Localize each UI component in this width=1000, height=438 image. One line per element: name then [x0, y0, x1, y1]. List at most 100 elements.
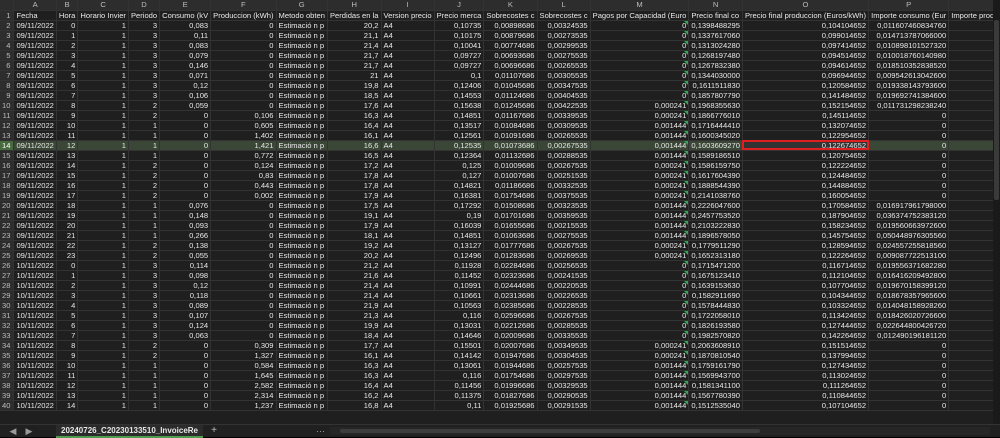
- cell-F40[interactable]: 1,237: [210, 400, 277, 411]
- cell-P8[interactable]: 0,019338143793600: [868, 80, 950, 91]
- cell-Q29[interactable]: 0: [948, 290, 993, 301]
- row-header-25[interactable]: 25: [0, 250, 15, 261]
- cell-H17[interactable]: 17,8: [327, 170, 382, 181]
- cell-A16[interactable]: 09/11/2022: [13, 160, 57, 171]
- cell-M33[interactable]: 0: [590, 330, 690, 341]
- cell-N17[interactable]: 0,1617604390: [688, 170, 743, 181]
- cell-C17[interactable]: 1: [77, 170, 129, 181]
- cell-A14[interactable]: 09/11/2022: [13, 140, 57, 151]
- cell-A35[interactable]: 10/11/2022: [13, 350, 57, 361]
- cell-C27[interactable]: 1: [77, 270, 129, 281]
- row-header-38[interactable]: 38: [0, 380, 15, 391]
- cell-D37[interactable]: 1: [128, 370, 161, 381]
- cell-L40[interactable]: 0,00291535: [537, 400, 591, 411]
- cell-C35[interactable]: 1: [77, 350, 129, 361]
- cell-I6[interactable]: A4: [381, 60, 435, 71]
- cell-C2[interactable]: 1: [77, 20, 129, 31]
- cell-F4[interactable]: 0: [210, 40, 277, 51]
- cell-K31[interactable]: 0,02596686: [483, 310, 538, 321]
- cell-I35[interactable]: A4: [381, 350, 435, 361]
- cell-M16[interactable]: 0,000241: [590, 160, 690, 171]
- cell-P30[interactable]: 0,014048158928260: [868, 300, 950, 311]
- cell-N33[interactable]: 0,1982570820: [688, 330, 743, 341]
- cell-D17[interactable]: 2: [128, 170, 161, 181]
- cell-O5[interactable]: 0,094514652: [742, 50, 870, 61]
- cell-C8[interactable]: 1: [77, 80, 129, 91]
- cell-E34[interactable]: 0: [159, 340, 212, 351]
- cell-J13[interactable]: 0,12561: [434, 130, 485, 141]
- cell-Q19[interactable]: 0,000320109: [948, 190, 993, 201]
- cell-M40[interactable]: 0,001444: [590, 400, 690, 411]
- cell-B35[interactable]: 9: [56, 350, 79, 361]
- cell-Q24[interactable]: 0: [948, 240, 993, 251]
- cell-E16[interactable]: 0: [159, 160, 212, 171]
- cell-B6[interactable]: 4: [56, 60, 79, 71]
- cell-O32[interactable]: 0,127444652: [742, 320, 870, 331]
- cell-P17[interactable]: 0: [868, 170, 950, 181]
- cell-B16[interactable]: 14: [56, 160, 79, 171]
- cell-A2[interactable]: 09/11/2022: [13, 20, 57, 31]
- cell-I2[interactable]: A4: [381, 20, 435, 31]
- cell-G36[interactable]: Estimació n p: [276, 360, 328, 371]
- cell-F19[interactable]: 0,002: [210, 190, 277, 201]
- cell-B18[interactable]: 16: [56, 180, 79, 191]
- cell-N29[interactable]: 0,1582911690: [688, 290, 743, 301]
- cell-L25[interactable]: 0,00269535: [537, 250, 591, 261]
- row-header-34[interactable]: 34: [0, 340, 15, 351]
- cell-I30[interactable]: A4: [381, 300, 435, 311]
- horizontal-scrollbar[interactable]: [330, 427, 990, 435]
- cell-L35[interactable]: 0,00304535: [537, 350, 591, 361]
- cell-O9[interactable]: 0,141484652: [742, 90, 870, 101]
- cell-C15[interactable]: 1: [77, 150, 129, 161]
- cell-M2[interactable]: 0: [590, 20, 690, 31]
- cell-O15[interactable]: 0,120754652: [742, 150, 870, 161]
- cell-Q14[interactable]: 0,174320868: [948, 140, 993, 151]
- header-cell[interactable]: Hora: [56, 10, 79, 21]
- cell-L17[interactable]: 0,00251535: [537, 170, 591, 181]
- cell-G26[interactable]: Estimació n p: [276, 260, 328, 271]
- cell-L5[interactable]: 0,00275535: [537, 50, 591, 61]
- cell-Q4[interactable]: 0: [948, 40, 993, 51]
- cell-C20[interactable]: 1: [77, 200, 129, 211]
- row-header-1[interactable]: 1: [0, 10, 15, 21]
- cell-G25[interactable]: Estimació n p: [276, 250, 328, 261]
- cell-O22[interactable]: 0,158234652: [742, 220, 870, 231]
- cell-E22[interactable]: 0,093: [159, 220, 212, 231]
- cell-O6[interactable]: 0,094614652: [742, 60, 870, 71]
- cell-C26[interactable]: 1: [77, 260, 129, 271]
- cell-Q38[interactable]: 0,287285331: [948, 380, 993, 391]
- cell-O26[interactable]: 0,116714652: [742, 260, 870, 271]
- cell-C9[interactable]: 1: [77, 90, 129, 101]
- cell-G37[interactable]: Estimació n p: [276, 370, 328, 381]
- cell-F5[interactable]: 0: [210, 50, 277, 61]
- cell-G20[interactable]: Estimació n p: [276, 200, 328, 211]
- cell-J12[interactable]: 0,13517: [434, 120, 485, 131]
- cell-G29[interactable]: Estimació n p: [276, 290, 328, 301]
- cell-A5[interactable]: 09/11/2022: [13, 50, 57, 61]
- cell-B7[interactable]: 5: [56, 70, 79, 81]
- cell-F35[interactable]: 1,327: [210, 350, 277, 361]
- row-header-37[interactable]: 37: [0, 370, 15, 381]
- cell-F3[interactable]: 0: [210, 30, 277, 41]
- cell-P34[interactable]: 0: [868, 340, 950, 351]
- cell-L12[interactable]: 0,00309535: [537, 120, 591, 131]
- cell-J3[interactable]: 0,10175: [434, 30, 485, 41]
- cell-E28[interactable]: 0,12: [159, 280, 212, 291]
- row-header-9[interactable]: 9: [0, 90, 15, 101]
- cell-F18[interactable]: 0,443: [210, 180, 277, 191]
- cell-C3[interactable]: 1: [77, 30, 129, 41]
- cell-Q12[interactable]: 0,079905164: [948, 120, 993, 131]
- cell-K9[interactable]: 0,01124686: [483, 90, 538, 101]
- cell-P19[interactable]: 0: [868, 190, 950, 201]
- cell-A11[interactable]: 09/11/2022: [13, 110, 57, 121]
- cell-H20[interactable]: 17,5: [327, 200, 382, 211]
- cell-C4[interactable]: 1: [77, 40, 129, 51]
- cell-J9[interactable]: 0,14553: [434, 90, 485, 101]
- cell-A39[interactable]: 10/11/2022: [13, 390, 57, 401]
- cell-L2[interactable]: 0,00324535: [537, 20, 591, 31]
- cell-Q35[interactable]: 0,183118903: [948, 350, 993, 361]
- cell-P7[interactable]: 0,009542613042600: [868, 70, 950, 81]
- cell-B15[interactable]: 13: [56, 150, 79, 161]
- cell-J35[interactable]: 0,14142: [434, 350, 485, 361]
- cell-O18[interactable]: 0,144884652: [742, 180, 870, 191]
